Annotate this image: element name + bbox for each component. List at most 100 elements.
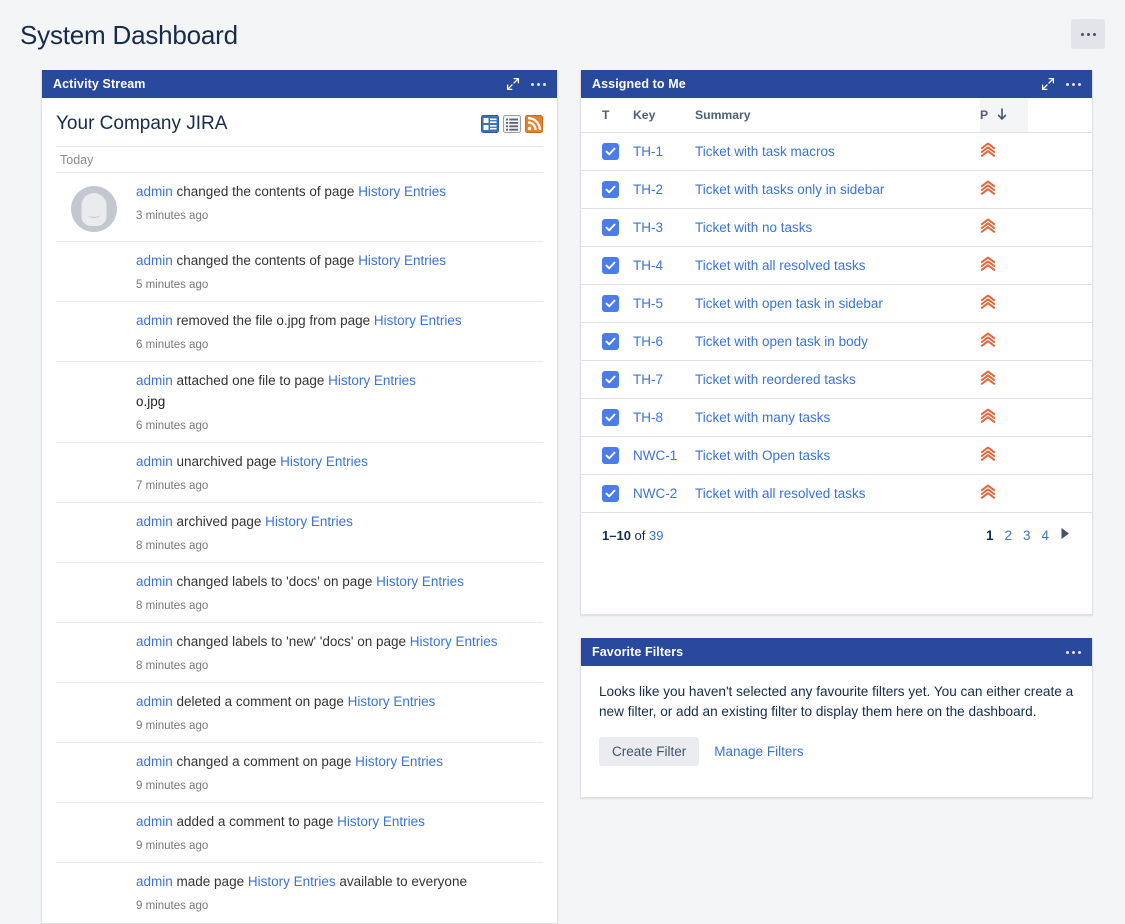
activity-stream-menu-button[interactable]: [531, 82, 546, 86]
list-view-icon[interactable]: [503, 115, 521, 133]
issue-summary-link[interactable]: Ticket with no tasks: [695, 220, 812, 235]
issue-type-cell: [581, 208, 633, 247]
activity-target-link[interactable]: History Entries: [328, 373, 416, 388]
manage-filters-link[interactable]: Manage Filters: [714, 744, 803, 759]
activity-actor-link[interactable]: admin: [136, 184, 173, 199]
pagination: 1–10 of 39 1234: [581, 513, 1092, 543]
activity-actor-link[interactable]: admin: [136, 634, 173, 649]
activity-stream-panel: Activity Stream Your Company JIRA Today …: [41, 70, 558, 924]
issue-summary-link[interactable]: Ticket with task macros: [695, 144, 835, 159]
column-header-type[interactable]: T: [581, 98, 633, 133]
table-row[interactable]: NWC-1 Ticket with Open tasks: [581, 436, 1092, 475]
table-row[interactable]: TH-2 Ticket with tasks only in sidebar: [581, 170, 1092, 209]
activity-target-link[interactable]: History Entries: [358, 253, 446, 268]
task-checkbox-icon[interactable]: [602, 409, 619, 426]
pagination-page-3[interactable]: 3: [1023, 528, 1031, 543]
pagination-page-2[interactable]: 2: [1004, 528, 1012, 543]
issue-key-cell: TH-4: [633, 246, 695, 285]
table-row[interactable]: TH-5 Ticket with open task in sidebar: [581, 284, 1092, 323]
activity-actor-link[interactable]: admin: [136, 574, 173, 589]
activity-target-link[interactable]: History Entries: [376, 574, 464, 589]
priority-highest-icon: [980, 180, 996, 199]
task-checkbox-icon[interactable]: [602, 333, 619, 350]
issue-key-link[interactable]: TH-7: [633, 372, 663, 387]
task-checkbox-icon[interactable]: [602, 257, 619, 274]
activity-actor-link[interactable]: admin: [136, 253, 173, 268]
activity-timestamp: 9 minutes ago: [136, 840, 209, 852]
activity-target-link[interactable]: History Entries: [374, 313, 462, 328]
issue-summary-link[interactable]: Ticket with all resolved tasks: [695, 258, 866, 273]
activity-actor-link[interactable]: admin: [136, 373, 173, 388]
issue-summary-link[interactable]: Ticket with reordered tasks: [695, 372, 856, 387]
next-page-icon[interactable]: [1060, 527, 1071, 543]
issue-summary-link[interactable]: Ticket with Open tasks: [695, 448, 830, 463]
task-checkbox-icon[interactable]: [602, 485, 619, 502]
column-header-key[interactable]: Key: [633, 98, 695, 133]
table-row[interactable]: TH-6 Ticket with open task in body: [581, 322, 1092, 361]
expand-icon[interactable]: [1041, 77, 1055, 91]
issue-key-link[interactable]: TH-3: [633, 220, 663, 235]
task-checkbox-icon[interactable]: [602, 181, 619, 198]
issue-key-link[interactable]: TH-5: [633, 296, 663, 311]
task-checkbox-icon[interactable]: [602, 371, 619, 388]
task-checkbox-icon[interactable]: [602, 219, 619, 236]
table-row[interactable]: TH-1 Ticket with task macros: [581, 132, 1092, 171]
activity-target-link[interactable]: History Entries: [280, 454, 368, 469]
issue-summary-link[interactable]: Ticket with tasks only in sidebar: [695, 182, 884, 197]
issue-key-link[interactable]: TH-4: [633, 258, 663, 273]
task-checkbox-icon[interactable]: [602, 143, 619, 160]
column-header-summary[interactable]: Summary: [695, 98, 980, 133]
activity-target-link[interactable]: History Entries: [348, 694, 436, 709]
issue-key-link[interactable]: TH-2: [633, 182, 663, 197]
table-row[interactable]: TH-7 Ticket with reordered tasks: [581, 360, 1092, 399]
expand-icon[interactable]: [506, 77, 520, 91]
activity-target-link[interactable]: History Entries: [355, 754, 443, 769]
activity-stream-item: admin changed the contents of page Histo…: [56, 173, 543, 242]
activity-target-link[interactable]: History Entries: [265, 514, 353, 529]
column-header-priority[interactable]: P: [980, 98, 1028, 133]
task-checkbox-icon[interactable]: [602, 295, 619, 312]
activity-actor-link[interactable]: admin: [136, 814, 173, 829]
activity-stream-item-body: admin changed the contents of page Histo…: [136, 251, 543, 292]
activity-stream-item: admin attached one file to page History …: [56, 362, 543, 443]
table-row[interactable]: TH-3 Ticket with no tasks: [581, 208, 1092, 247]
activity-target-link[interactable]: History Entries: [358, 184, 446, 199]
task-checkbox-icon[interactable]: [602, 447, 619, 464]
create-filter-button[interactable]: Create Filter: [599, 737, 700, 766]
activity-actor-link[interactable]: admin: [136, 313, 173, 328]
rss-feed-icon[interactable]: [525, 115, 543, 133]
assigned-to-me-menu-button[interactable]: [1066, 82, 1081, 86]
activity-actor-link[interactable]: admin: [136, 454, 173, 469]
issue-summary-link[interactable]: Ticket with all resolved tasks: [695, 486, 866, 501]
issue-key-link[interactable]: TH-8: [633, 410, 663, 425]
issue-key-cell: NWC-2: [633, 474, 695, 513]
issue-summary-link[interactable]: Ticket with open task in body: [695, 334, 868, 349]
issue-summary-link[interactable]: Ticket with open task in sidebar: [695, 296, 883, 311]
table-row[interactable]: NWC-2 Ticket with all resolved tasks: [581, 474, 1092, 513]
activity-stream-item: admin changed the contents of page Histo…: [56, 242, 543, 302]
pagination-page-4[interactable]: 4: [1041, 528, 1049, 543]
activity-text: admin archived page History Entries: [136, 514, 353, 529]
pagination-range: 1–10: [602, 527, 631, 543]
favorite-filters-menu-button[interactable]: [1066, 650, 1081, 654]
issue-key-link[interactable]: NWC-1: [633, 448, 677, 463]
activity-actor-link[interactable]: admin: [136, 754, 173, 769]
issue-summary-link[interactable]: Ticket with many tasks: [695, 410, 830, 425]
activity-actor-link[interactable]: admin: [136, 514, 173, 529]
avatar-cell: [56, 251, 136, 292]
activity-actor-link[interactable]: admin: [136, 694, 173, 709]
table-row[interactable]: TH-4 Ticket with all resolved tasks: [581, 246, 1092, 285]
activity-target-link[interactable]: History Entries: [248, 874, 336, 889]
issue-key-link[interactable]: TH-1: [633, 144, 663, 159]
table-row[interactable]: TH-8 Ticket with many tasks: [581, 398, 1092, 437]
issue-key-link[interactable]: NWC-2: [633, 486, 677, 501]
issue-key-link[interactable]: TH-6: [633, 334, 663, 349]
activity-target-link[interactable]: History Entries: [337, 814, 425, 829]
pagination-total[interactable]: 39: [649, 528, 663, 543]
activity-target-link[interactable]: History Entries: [410, 634, 498, 649]
activity-timestamp: 3 minutes ago: [136, 210, 209, 222]
issue-priority-cell: [980, 246, 1028, 285]
activity-actor-link[interactable]: admin: [136, 874, 173, 889]
detail-view-icon[interactable]: [481, 115, 499, 133]
dashboard-menu-button[interactable]: [1071, 19, 1105, 49]
